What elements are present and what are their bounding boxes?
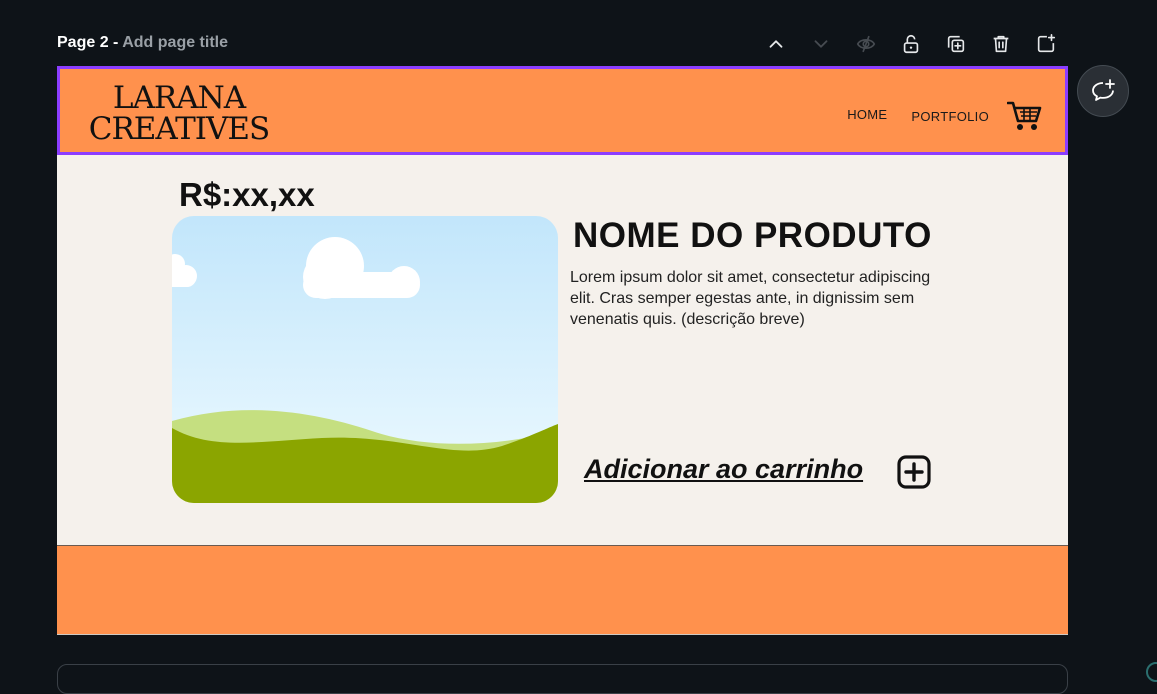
add-page-icon — [1037, 34, 1055, 53]
move-page-up-button[interactable] — [753, 30, 798, 58]
page-header-bar: Page 2 - Add page title — [57, 28, 1068, 60]
logo: LARANA CREATIVES — [84, 83, 274, 145]
nav-menu: HOME PORTFOLIO — [847, 107, 989, 124]
product-image-placeholder[interactable] — [172, 216, 558, 503]
design-page[interactable]: LARANA CREATIVES HOME PORTFOLIO R$:xx,xx — [57, 66, 1068, 635]
add-page-button[interactable] — [1023, 30, 1068, 58]
add-comment-button[interactable] — [1077, 65, 1129, 117]
add-to-cart-link[interactable]: Adicionar ao carrinho — [584, 454, 863, 485]
page-label: Page 2 - Add page title — [57, 34, 228, 52]
header-banner[interactable]: LARANA CREATIVES HOME PORTFOLIO — [57, 66, 1068, 155]
help-icon[interactable] — [1146, 662, 1157, 682]
nav-home-link[interactable]: HOME — [847, 107, 887, 124]
product-price[interactable]: R$:xx,xx — [179, 176, 315, 214]
chevron-up-icon — [769, 40, 782, 48]
footer-banner[interactable] — [57, 545, 1068, 635]
lock-icon — [903, 34, 918, 54]
chevron-down-icon — [814, 40, 827, 48]
plus-square-icon[interactable] — [897, 455, 931, 489]
page-number-label: Page 2 - — [57, 34, 123, 51]
hide-page-button[interactable] — [843, 30, 888, 58]
page-title-input[interactable]: Add page title — [122, 34, 228, 51]
product-description[interactable]: Lorem ipsum dolor sit amet, consectetur … — [570, 267, 940, 330]
nav-portfolio-link[interactable]: PORTFOLIO — [911, 109, 989, 124]
duplicate-icon — [947, 35, 964, 53]
logo-line-2: CREATIVES — [88, 111, 271, 147]
lock-page-button[interactable] — [888, 30, 933, 58]
duplicate-page-button[interactable] — [933, 30, 978, 58]
shopping-cart-icon[interactable] — [1007, 99, 1043, 133]
delete-page-button[interactable] — [978, 30, 1023, 58]
next-page-preview[interactable] — [57, 664, 1068, 694]
landscape-illustration — [172, 216, 558, 503]
trash-icon — [993, 35, 1008, 53]
page-tools — [753, 30, 1068, 58]
eye-off-icon — [856, 35, 875, 53]
logo-line-1: LARANA — [112, 80, 246, 116]
add-comment-icon — [1092, 79, 1115, 101]
move-page-down-button[interactable] — [798, 30, 843, 58]
product-name[interactable]: NOME DO PRODUTO — [573, 216, 932, 256]
